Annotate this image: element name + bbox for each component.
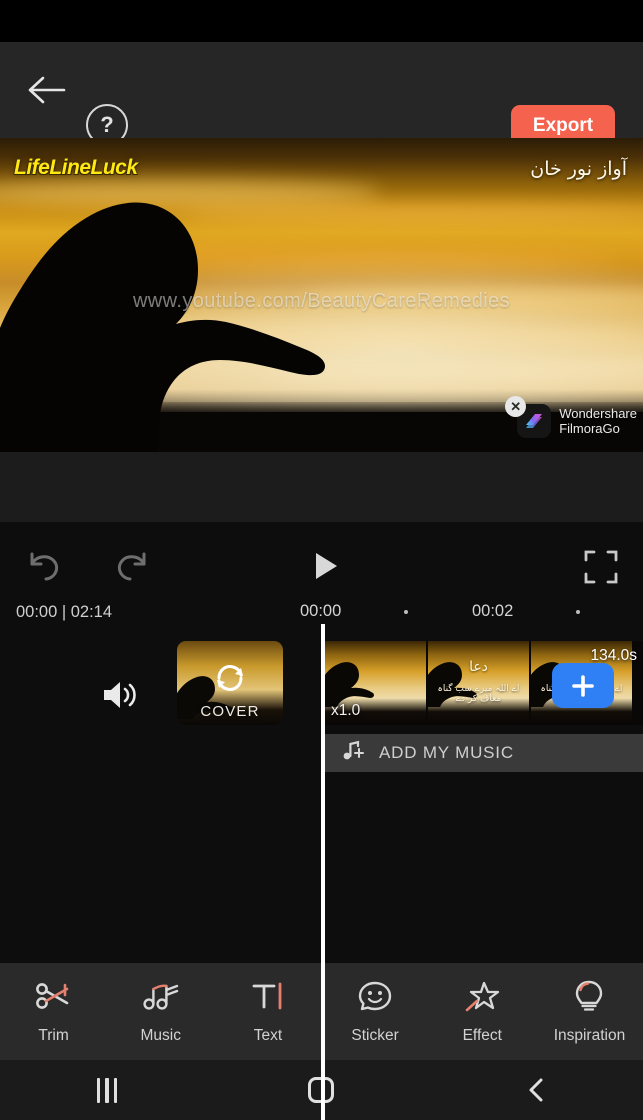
- playback-control-row: [0, 534, 643, 600]
- clip-urdu-title: دعا: [469, 659, 488, 675]
- cover-label: COVER: [200, 703, 260, 720]
- redo-icon[interactable]: [112, 548, 154, 591]
- clip-thumbnail[interactable]: دعا اے اللہ میرے سب گناہ معاف کر دے: [428, 641, 529, 725]
- timeline-editor: 00:00 | 02:14 00:00 00:02 COVER دعا اے ا…: [0, 522, 643, 1120]
- watermark-line1: Wondershare: [559, 406, 637, 421]
- video-frame[interactable]: LifeLineLuck آواز نور خان www.youtube.co…: [0, 138, 643, 452]
- wondershare-watermark: ✕ Wondershare FilmoraGo: [505, 396, 637, 438]
- ruler-tick-dot: [404, 610, 408, 614]
- tool-label: Music: [140, 1026, 181, 1044]
- play-icon[interactable]: [309, 547, 343, 590]
- add-music-note-icon: [341, 739, 365, 768]
- add-clip-plus-icon[interactable]: [552, 663, 614, 708]
- channel-brand-logo: LifeLineLuck: [14, 156, 138, 179]
- android-recents-icon[interactable]: [0, 1077, 214, 1103]
- help-glyph: ?: [100, 112, 114, 137]
- add-music-label: ADD MY MUSIC: [379, 743, 514, 762]
- watermark-line2: FilmoraGo: [559, 421, 620, 436]
- clip-speed-badge: x1.0: [331, 702, 361, 719]
- clip-urdu-subtitle: اے اللہ میرے سب گناہ معاف کر دے: [437, 684, 520, 704]
- tool-label: Text: [253, 1026, 283, 1044]
- tool-sticker[interactable]: Sticker: [322, 979, 429, 1045]
- text-cursor-icon: [249, 979, 287, 1018]
- refresh-cover-icon[interactable]: [210, 661, 250, 700]
- speaker-volume-icon[interactable]: [100, 678, 138, 717]
- tool-label: Sticker: [351, 1026, 399, 1044]
- top-app-bar: ? Export: [0, 42, 643, 147]
- clip-silhouette: [325, 651, 375, 707]
- tool-label: Inspiration: [553, 1026, 626, 1044]
- url-watermark: www.youtube.com/BeautyCareRemedies: [132, 290, 511, 312]
- ruler-tick-dot: [576, 610, 580, 614]
- effect-star-wand-icon: [463, 979, 501, 1018]
- status-bar: [0, 0, 643, 42]
- ruler-label: 00:02: [472, 602, 514, 620]
- tool-text[interactable]: Text: [214, 979, 321, 1045]
- watermark-text: Wondershare FilmoraGo: [559, 406, 637, 436]
- tool-inspiration[interactable]: Inspiration: [536, 979, 643, 1045]
- tool-effect[interactable]: Effect: [429, 979, 536, 1045]
- tool-label: Trim: [38, 1026, 69, 1044]
- sticker-smiley-icon: [356, 979, 394, 1018]
- tool-music[interactable]: Music: [107, 979, 214, 1045]
- fullscreen-icon[interactable]: [583, 549, 619, 590]
- inspiration-lightbulb-icon: [570, 979, 608, 1018]
- tool-trim[interactable]: Trim: [0, 979, 107, 1045]
- add-music-track[interactable]: ADD MY MUSIC: [325, 734, 643, 772]
- trim-scissors-icon: [35, 979, 73, 1018]
- back-arrow-icon[interactable]: [26, 72, 66, 108]
- timeline-playhead[interactable]: [321, 624, 325, 1120]
- urdu-credit-text: آواز نور خان: [530, 158, 627, 180]
- undo-icon[interactable]: [22, 548, 64, 591]
- video-preview-area: LifeLineLuck آواز نور خان www.youtube.co…: [0, 138, 643, 522]
- timeline-ruler[interactable]: 00:00 00:02: [0, 602, 643, 626]
- tool-label: Effect: [462, 1026, 502, 1044]
- cover-thumbnail[interactable]: COVER: [177, 641, 283, 725]
- ruler-label: 00:00: [300, 602, 342, 620]
- app-root: ? Export LifeLineLuck آواز نور خان www.y…: [0, 0, 643, 1120]
- music-notes-icon: [141, 979, 181, 1018]
- android-back-icon[interactable]: [429, 1076, 643, 1104]
